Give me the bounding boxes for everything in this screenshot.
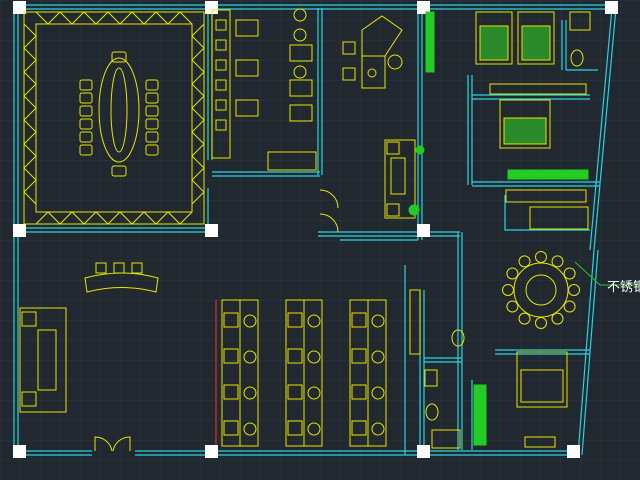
planter-strip [507,169,589,180]
plant-icon [408,204,420,216]
planter-strip [473,384,487,446]
cad-drawing-canvas[interactable]: 不锈钢 [0,0,640,480]
column-marker [605,1,618,14]
column-marker [567,445,580,458]
double-bed-cover [503,117,547,145]
plant-icon [415,145,425,155]
column-marker [205,224,218,237]
bed-cover [479,25,509,61]
drawing-grid [0,0,640,480]
column-marker [205,445,218,458]
column-marker [13,445,26,458]
column-marker [417,445,430,458]
callout-label[interactable]: 不锈钢 [607,276,640,295]
planter-strip [425,11,435,73]
column-marker [13,224,26,237]
bed-cover [521,25,551,61]
floor-plan[interactable] [0,0,640,480]
column-marker [417,224,430,237]
